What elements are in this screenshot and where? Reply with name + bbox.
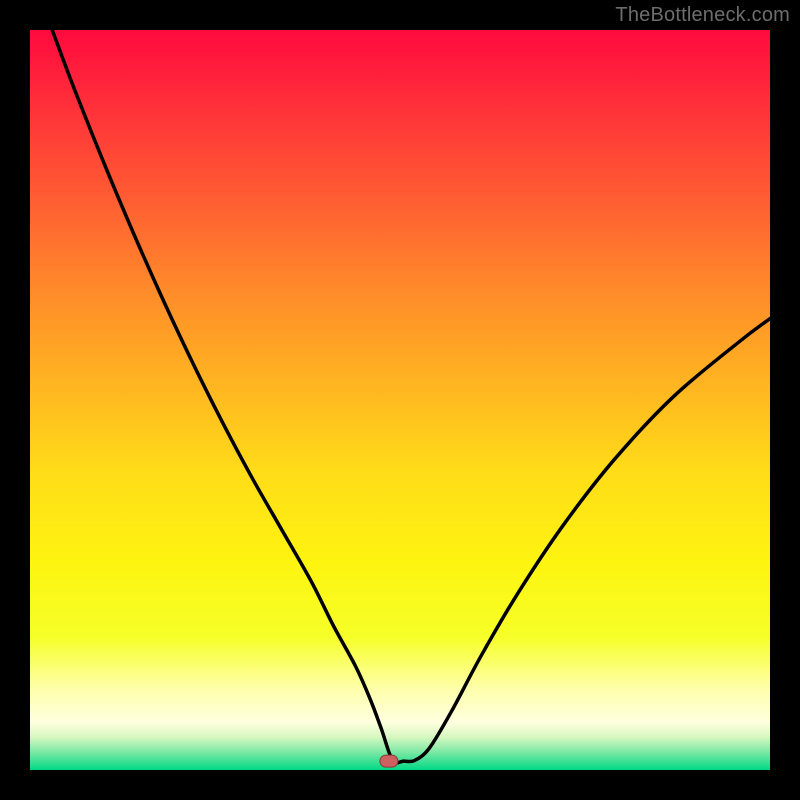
plot-svg <box>30 30 770 770</box>
gradient-background <box>30 30 770 770</box>
optimum-marker <box>380 755 398 767</box>
watermark-text: TheBottleneck.com <box>615 4 790 27</box>
plot-area <box>30 30 770 770</box>
chart-container: TheBottleneck.com <box>0 0 800 800</box>
